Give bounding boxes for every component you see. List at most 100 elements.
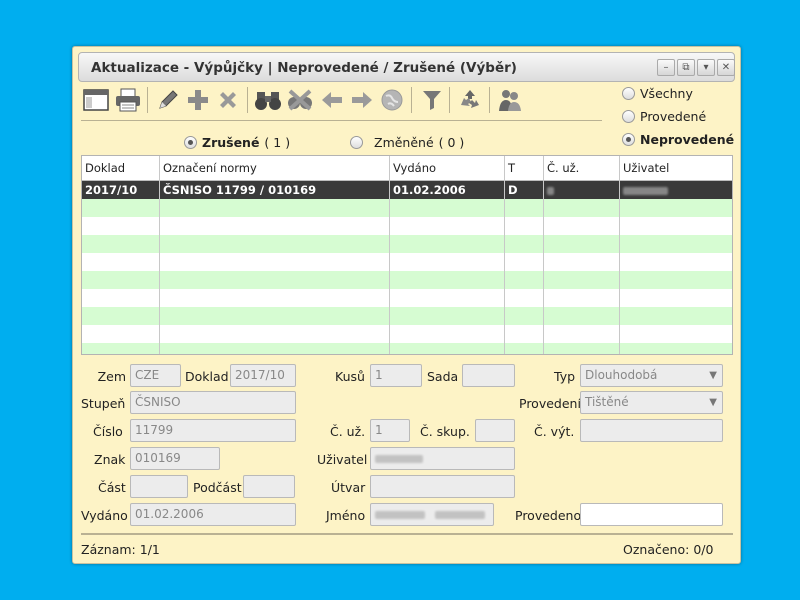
filter-zrusene[interactable]: Zrušené ( 1 )	[184, 135, 290, 150]
records-table[interactable]: Doklad Označení normy Vydáno T Č. už. Už…	[81, 155, 733, 355]
uzivatel-label: Uživatel	[317, 452, 368, 467]
zrusene-count: ( 1 )	[264, 135, 291, 150]
users-icon[interactable]	[495, 85, 525, 115]
table-row-empty	[82, 271, 732, 289]
c-uz-field[interactable]: 1	[370, 419, 410, 442]
c-skup-label: Č. skup.	[420, 424, 470, 439]
table-row[interactable]: 2017/10 ČSNISO 11799 / 010169 01.02.2006…	[82, 181, 732, 199]
cislo-label: Číslo	[93, 424, 123, 439]
vydano-label: Vydáno	[81, 508, 128, 523]
funnel-icon[interactable]	[417, 85, 447, 115]
podcast-field[interactable]	[243, 475, 295, 498]
c-vyt-label: Č. výt.	[534, 424, 575, 439]
minimize-button[interactable]: –	[657, 59, 675, 76]
radio-vsechny[interactable]	[622, 87, 635, 100]
provedeni-label: Provedení	[519, 396, 581, 411]
sada-label: Sada	[427, 369, 459, 384]
arrow-right-icon[interactable]	[347, 85, 377, 115]
filter-vsechny[interactable]: Všechny	[622, 86, 693, 101]
column-header-uzivatel[interactable]: Uživatel	[620, 156, 732, 181]
cell-oznaceni: ČSNISO 11799 / 010169	[160, 181, 390, 199]
oznaceno-label: Označeno:	[623, 542, 690, 557]
filter-vsechny-label: Všechny	[640, 86, 693, 101]
typ-value: Dlouhodobá	[585, 368, 658, 382]
chevron-down-icon: ▼	[709, 370, 717, 381]
table-row-empty	[82, 235, 732, 253]
cell-vydano: 01.02.2006	[390, 181, 505, 199]
utvar-field[interactable]	[370, 475, 515, 498]
title-bar[interactable]: Aktualizace - Výpůjčky | Neprovedené / Z…	[78, 52, 735, 82]
zem-field[interactable]: CZE	[130, 364, 181, 387]
sada-field[interactable]	[462, 364, 515, 387]
redacted-value	[547, 186, 554, 195]
provedeni-value: Tištěné	[585, 395, 629, 409]
selection-counter: Označeno: 0/0	[623, 542, 713, 557]
znak-field[interactable]: 010169	[130, 447, 220, 470]
cell-c-uz	[544, 181, 620, 199]
status-divider	[81, 533, 733, 535]
column-header-vydano[interactable]: Vydáno	[390, 156, 505, 181]
provedeni-select[interactable]: Tištěné ▼	[580, 391, 723, 414]
delete-icon[interactable]	[213, 85, 243, 115]
c-uz-label: Č. už.	[330, 424, 366, 439]
vydano-field[interactable]: 01.02.2006	[130, 503, 296, 526]
c-skup-field[interactable]	[475, 419, 515, 442]
filter-off-icon[interactable]	[285, 85, 315, 115]
chevron-down-icon: ▼	[709, 397, 717, 408]
table-row-empty	[82, 217, 732, 235]
cell-doklad: 2017/10	[82, 181, 160, 199]
column-header-t[interactable]: T	[505, 156, 544, 181]
radio-neprovedene[interactable]	[622, 133, 635, 146]
zmenene-count: ( 0 )	[438, 135, 465, 150]
zem-label: Zem	[97, 369, 126, 384]
window-title: Aktualizace - Výpůjčky | Neprovedené / Z…	[91, 60, 517, 76]
table-row-empty	[82, 253, 732, 271]
recycle-icon[interactable]	[455, 85, 485, 115]
column-header-doklad[interactable]: Doklad	[82, 156, 160, 181]
jmeno-field[interactable]	[370, 503, 494, 526]
kusu-field[interactable]: 1	[370, 364, 422, 387]
column-header-c-uz[interactable]: Č. už.	[544, 156, 620, 181]
radio-zrusene[interactable]	[184, 136, 197, 149]
table-header: Doklad Označení normy Vydáno T Č. už. Už…	[82, 156, 732, 181]
stupen-field[interactable]: ČSNISO	[130, 391, 296, 414]
filter-provedene[interactable]: Provedené	[622, 109, 706, 124]
zaznam-value: 1/1	[139, 542, 160, 557]
table-row-empty	[82, 325, 732, 343]
doklad-label: Doklad	[185, 369, 229, 384]
globe-icon[interactable]	[377, 85, 407, 115]
cell-t: D	[505, 181, 544, 199]
filter-provedene-label: Provedené	[640, 109, 707, 124]
binoculars-icon[interactable]	[253, 85, 283, 115]
cislo-field[interactable]: 11799	[130, 419, 296, 442]
main-window: Aktualizace - Výpůjčky | Neprovedené / Z…	[72, 46, 741, 564]
provedeno-field[interactable]	[580, 503, 723, 526]
close-button[interactable]: ✕	[717, 59, 735, 76]
c-vyt-field[interactable]	[580, 419, 723, 442]
redacted-value	[434, 510, 485, 519]
filter-neprovedene[interactable]: Neprovedené	[622, 132, 734, 147]
podcast-label: Podčást	[193, 480, 242, 495]
radio-zmenene[interactable]	[350, 136, 363, 149]
printer-icon[interactable]	[113, 85, 143, 115]
toolbar-divider	[81, 120, 602, 121]
arrow-left-icon[interactable]	[317, 85, 347, 115]
provedeno-label: Provedeno	[515, 508, 582, 523]
filter-zmenene[interactable]: Změněné ( 0 )	[350, 135, 464, 150]
pencil-icon[interactable]	[153, 85, 183, 115]
restore-button[interactable]: ⧉	[677, 59, 695, 76]
kusu-label: Kusů	[335, 369, 365, 384]
cast-field[interactable]	[130, 475, 188, 498]
radio-provedene[interactable]	[622, 110, 635, 123]
redacted-value	[375, 510, 425, 519]
redacted-value	[623, 186, 668, 195]
column-header-oznaceni[interactable]: Označení normy	[160, 156, 390, 181]
plus-icon[interactable]	[183, 85, 213, 115]
menu-button[interactable]: ▾	[697, 59, 715, 76]
table-row-empty	[82, 199, 732, 217]
znak-label: Znak	[94, 452, 126, 467]
window-icon[interactable]	[81, 85, 111, 115]
uzivatel-field[interactable]	[370, 447, 515, 470]
doklad-field[interactable]: 2017/10	[230, 364, 296, 387]
typ-select[interactable]: Dlouhodobá ▼	[580, 364, 723, 387]
